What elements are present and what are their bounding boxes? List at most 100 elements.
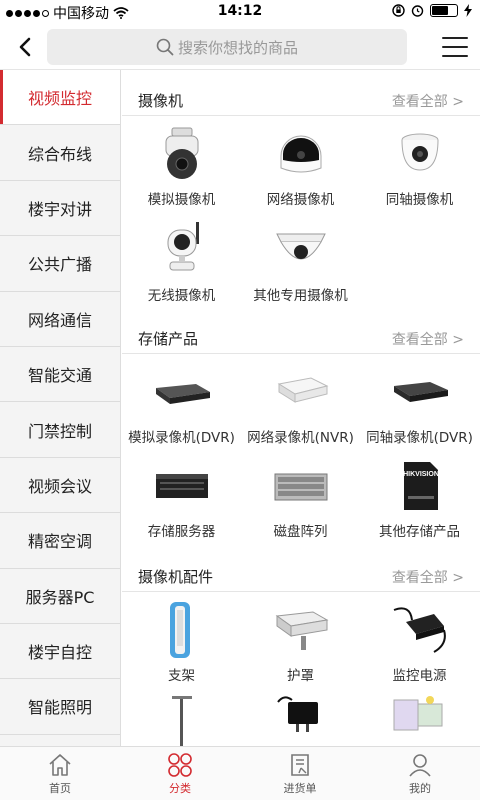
section-title: 摄像机配件 <box>138 568 214 586</box>
sidebar-item-traffic[interactable]: 智能交通 <box>0 347 120 403</box>
svg-text:HIKVISION: HIKVISION <box>403 471 439 478</box>
alarm-icon <box>411 5 424 17</box>
view-all-link[interactable]: 查看全部 > <box>392 567 464 587</box>
housing-icon <box>275 611 328 650</box>
tab-home[interactable]: 首页 <box>0 747 120 800</box>
tab-profile[interactable]: 我的 <box>360 747 480 800</box>
sidebar-item-public-address[interactable]: 公共广播 <box>0 236 120 292</box>
sidebar-item-intercom[interactable]: 楼宇对讲 <box>0 181 120 237</box>
product-analog-camera[interactable]: 模拟摄像机 <box>122 124 241 208</box>
sidebar-item-label: 综合布线 <box>27 144 92 164</box>
section-title: 摄像机 <box>138 92 184 110</box>
sidebar-item-cabling[interactable]: 综合布线 <box>0 125 120 181</box>
category-content: 摄像机 查看全部 > 模拟摄像机 网络摄像机 同轴摄像机 无线摄像机 其他专用摄… <box>122 70 480 746</box>
disk-array-icon <box>274 473 327 501</box>
sidebar-item-label: 智能照明 <box>27 698 92 718</box>
tab-label: 首页 <box>49 781 71 795</box>
category-icon <box>168 752 192 777</box>
sidebar-item-label: 网络通信 <box>27 310 92 330</box>
tab-category[interactable]: 分类 <box>120 747 240 800</box>
wireless-camera-icon <box>167 222 199 271</box>
home-icon <box>49 753 71 776</box>
sidebar-item-label: 服务器PC <box>25 587 95 607</box>
category-sidebar: 视频监控 综合布线 楼宇对讲 公共广播 网络通信 智能交通 门禁控制 视频会议 … <box>0 70 121 746</box>
sidebar-item-label: 门禁控制 <box>27 421 92 441</box>
product-name: 监控电源 <box>392 668 447 684</box>
tab-label: 我的 <box>409 781 431 795</box>
adapter-icon <box>277 696 318 732</box>
sidebar-item-precision-ac[interactable]: 精密空调 <box>0 513 120 569</box>
ptz-dome-camera-icon <box>165 127 198 179</box>
lock-rotation-icon <box>392 4 405 17</box>
product-name: 其他存储产品 <box>379 524 460 540</box>
product-coax-dvr[interactable]: 同轴录像机(DVR) <box>360 362 479 446</box>
coax-dome-camera-icon <box>401 133 438 171</box>
bottom-tab-bar: 首页 分类 进货单 我的 <box>0 746 480 800</box>
product-other-storage[interactable]: HIKVISION 其他存储产品 <box>360 456 479 540</box>
search-icon <box>156 38 174 56</box>
search-input[interactable]: 搜索你想找的商品 <box>47 29 407 65</box>
status-bar: 中国移动 14:12 <box>0 0 480 24</box>
charging-icon <box>464 4 472 17</box>
product-disk-array[interactable]: 磁盘阵列 <box>241 456 360 540</box>
product-coax-camera[interactable]: 同轴摄像机 <box>360 124 479 208</box>
section-header-storage: 存储产品 查看全部 > <box>122 314 480 354</box>
pole-icon <box>172 696 192 746</box>
special-camera-icon <box>275 233 326 260</box>
nvr-icon <box>277 377 328 403</box>
sidebar-item-server-pc[interactable]: 服务器PC <box>0 569 120 624</box>
product-name: 同轴录像机(DVR) <box>366 430 473 446</box>
sd-card-icon: HIKVISION <box>403 462 439 510</box>
top-nav-bar: 搜索你想找的商品 <box>0 24 480 70</box>
sidebar-item-label: 视频监控 <box>27 89 92 109</box>
product-name: 支架 <box>168 668 195 684</box>
product-name: 网络摄像机 <box>266 192 335 208</box>
product-special-camera[interactable]: 其他专用摄像机 <box>241 220 360 304</box>
tab-order[interactable]: 进货单 <box>240 747 360 800</box>
section-header-cameras: 摄像机 查看全部 > <box>122 76 480 116</box>
product-nvr[interactable]: 网络录像机(NVR) <box>241 362 360 446</box>
product-name: 护罩 <box>287 668 314 684</box>
dvr-icon <box>155 384 210 404</box>
battery-icon <box>430 4 458 17</box>
sidebar-item-access-control[interactable]: 门禁控制 <box>0 402 120 458</box>
product-name: 其他专用摄像机 <box>253 288 348 304</box>
product-name: 无线摄像机 <box>147 288 216 304</box>
sidebar-item-network[interactable]: 网络通信 <box>0 292 120 347</box>
view-all-link[interactable]: 查看全部 > <box>392 91 464 111</box>
view-all-link[interactable]: 查看全部 > <box>392 329 464 349</box>
product-power-supply[interactable]: 监控电源 <box>360 600 479 684</box>
storage-server-icon <box>155 474 208 498</box>
network-camera-icon <box>280 135 321 173</box>
power-adapter-icon <box>393 607 446 653</box>
status-right <box>392 4 472 17</box>
product-bracket[interactable]: 支架 <box>122 600 241 684</box>
product-name: 磁盘阵列 <box>273 524 328 540</box>
accessory-kit-icon <box>393 696 443 731</box>
product-wireless-camera[interactable]: 无线摄像机 <box>122 220 241 304</box>
sidebar-item-label: 公共广播 <box>27 255 92 275</box>
sidebar-item-video-conference[interactable]: 视频会议 <box>0 458 120 514</box>
order-icon <box>291 753 309 776</box>
sidebar-item-label: 楼宇自控 <box>27 643 92 663</box>
product-housing[interactable]: 护罩 <box>241 600 360 684</box>
back-arrow-icon[interactable] <box>10 32 40 62</box>
product-name: 存储服务器 <box>147 524 216 540</box>
product-name: 同轴摄像机 <box>385 192 454 208</box>
product-network-camera[interactable]: 网络摄像机 <box>241 124 360 208</box>
sidebar-item-video-surveillance[interactable]: 视频监控 <box>0 70 120 126</box>
menu-icon[interactable] <box>440 34 470 60</box>
sidebar-item-smart-lighting[interactable]: 智能照明 <box>0 679 120 735</box>
coax-dvr-icon <box>393 382 448 402</box>
sidebar-item-label: 楼宇对讲 <box>27 199 92 219</box>
product-name: 模拟摄像机 <box>147 192 216 208</box>
sidebar-item-building-automation[interactable]: 楼宇自控 <box>0 624 120 680</box>
tab-label: 分类 <box>169 781 191 795</box>
product-dvr[interactable]: 模拟录像机(DVR) <box>122 362 241 446</box>
sidebar-item-label: 智能交通 <box>27 366 92 386</box>
product-name: 模拟录像机(DVR) <box>128 430 235 446</box>
product-storage-server[interactable]: 存储服务器 <box>122 456 241 540</box>
section-header-accessories: 摄像机配件 查看全部 > <box>122 552 480 592</box>
tab-label: 进货单 <box>283 781 317 795</box>
product-name: 网络录像机(NVR) <box>247 430 354 446</box>
